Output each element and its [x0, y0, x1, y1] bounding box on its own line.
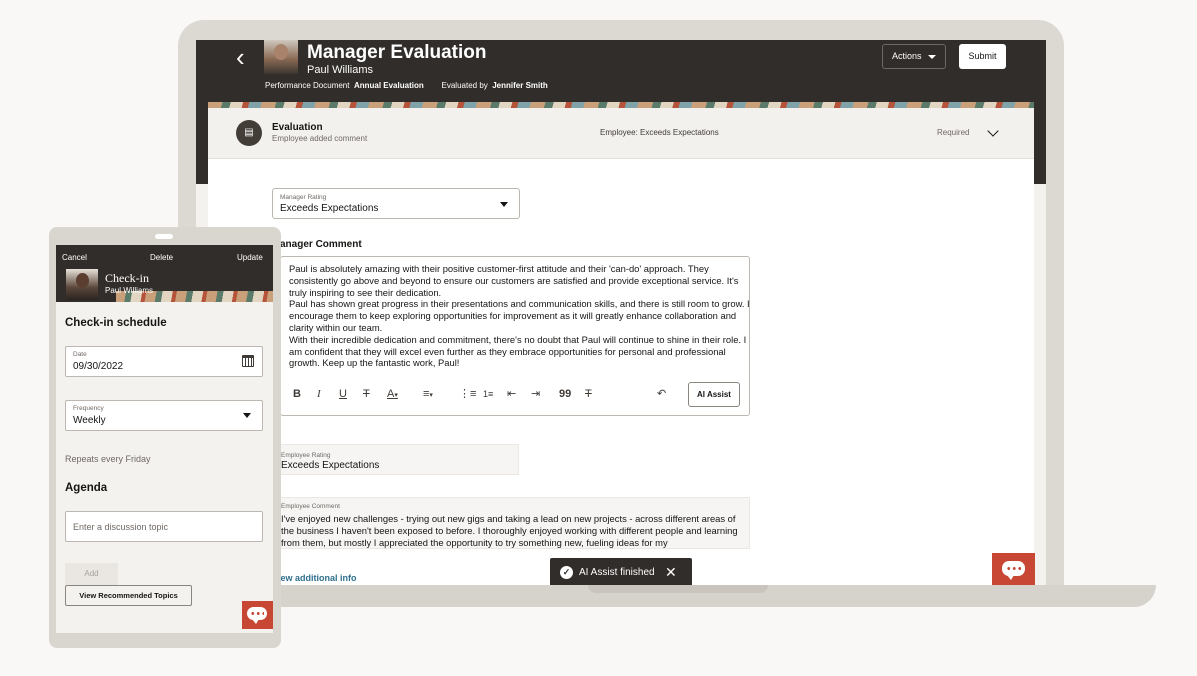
avatar [264, 40, 298, 74]
actions-button[interactable]: Actions [882, 44, 946, 69]
chat-button[interactable] [242, 601, 273, 629]
calendar-icon[interactable] [242, 355, 254, 367]
doc-label: Performance Document [265, 81, 350, 90]
employee-comment-field: Employee Comment I've enjoyed new challe… [276, 497, 750, 549]
actions-label: Actions [892, 51, 922, 61]
employee-rating-label: Employee Rating [281, 452, 331, 459]
cancel-button[interactable]: Cancel [62, 253, 87, 262]
numbered-list-icon[interactable]: 1≡ [483, 387, 493, 401]
laptop-screen: ‹ Manager Evaluation Paul Williams Perfo… [196, 40, 1046, 585]
checkin-schedule-heading: Check-in schedule [65, 317, 167, 329]
phone-speaker [155, 234, 173, 239]
text-color-icon[interactable]: A▾ [387, 387, 398, 403]
chat-button[interactable] [992, 553, 1035, 585]
ai-assist-button[interactable]: AI Assist [688, 382, 740, 407]
laptop-base-notch [588, 585, 768, 593]
evaluation-section-header[interactable]: ▤ Evaluation Employee added comment Empl… [208, 108, 1034, 159]
align-icon[interactable]: ≡▾ [423, 387, 433, 403]
document-icon: ▤ [236, 120, 262, 146]
underline-icon[interactable]: U [339, 387, 347, 401]
chat-bubble-icon [247, 607, 267, 624]
quote-icon[interactable]: 99 [559, 387, 571, 401]
phone-header: Cancel Delete Update Check-in Paul Willi… [56, 245, 273, 302]
view-recommended-topics-button[interactable]: View Recommended Topics [65, 585, 192, 606]
phone-subtitle: Paul Williams [105, 286, 154, 295]
bullet-list-icon[interactable]: ⋮≡ [459, 387, 476, 401]
manager-rating-value: Exceeds Expectations [280, 203, 379, 214]
chevron-down-icon[interactable] [987, 125, 999, 137]
toast-notification: ✓ AI Assist finished ✕ [550, 558, 692, 585]
agenda-heading: Agenda [65, 482, 108, 494]
manager-comment-editor[interactable]: Paul is absolutely amazing with their po… [280, 256, 750, 416]
discussion-topic-input[interactable]: Enter a discussion topic [65, 511, 263, 542]
frequency-select[interactable]: Frequency Weekly [65, 400, 263, 431]
date-value: 09/30/2022 [73, 361, 124, 372]
manager-comment-text[interactable]: Paul is absolutely amazing with their po… [289, 263, 751, 369]
frequency-label: Frequency [73, 405, 104, 412]
date-field[interactable]: Date 09/30/2022 [65, 346, 263, 377]
phone-screen: Cancel Delete Update Check-in Paul Willi… [56, 245, 273, 633]
employee-status: Employee: Exceeds Expectations [600, 128, 719, 137]
back-chevron-icon[interactable]: ‹ [236, 44, 258, 70]
caret-down-icon [928, 55, 936, 59]
avatar [66, 269, 98, 300]
phone-title: Check-in [105, 271, 149, 285]
view-additional-info-link[interactable]: iew additional info [278, 573, 357, 583]
undo-icon[interactable]: ↶ [657, 387, 666, 401]
topic-placeholder: Enter a discussion topic [73, 522, 169, 532]
employee-comment-text: I've enjoyed new challenges - trying out… [281, 513, 738, 548]
frequency-value: Weekly [73, 415, 106, 426]
caret-down-icon [243, 413, 251, 418]
indent-icon[interactable]: ⇥ [531, 387, 540, 401]
bold-icon[interactable]: B [293, 387, 301, 401]
section-title: Evaluation [272, 122, 323, 133]
header-meta: Performance Document Annual Evaluation E… [265, 81, 548, 90]
evaluated-value: Jennifer Smith [492, 81, 548, 90]
manager-rating-label: Manager Rating [280, 194, 327, 201]
evaluation-panel: ▤ Evaluation Employee added comment Empl… [208, 108, 1035, 585]
employee-rating-value: Exceeds Expectations [281, 460, 380, 471]
evaluated-label: Evaluated by [441, 81, 488, 90]
date-label: Date [73, 351, 87, 358]
toast-message: AI Assist finished [579, 567, 655, 578]
manager-rating-select[interactable]: Manager Rating Exceeds Expectations [272, 188, 520, 219]
check-circle-icon: ✓ [560, 566, 573, 579]
comment-paragraph: With their incredible dedication and com… [289, 333, 747, 369]
submit-button[interactable]: Submit [959, 44, 1006, 69]
strikethrough-icon[interactable]: T [363, 387, 370, 401]
page-subtitle: Paul Williams [307, 64, 374, 76]
italic-icon[interactable]: I [317, 387, 321, 401]
section-subtitle: Employee added comment [272, 134, 368, 143]
employee-rating-field: Employee Rating Exceeds Expectations [276, 444, 519, 475]
comment-paragraph: Paul is absolutely amazing with their po… [289, 263, 739, 298]
outdent-icon[interactable]: ⇤ [507, 387, 516, 401]
employee-comment-label: Employee Comment [281, 503, 340, 510]
rich-text-toolbar: B I U T A▾ ≡▾ ⋮≡ 1≡ ⇤ ⇥ 99 T ↶ [287, 385, 747, 405]
clear-format-icon[interactable]: T [585, 387, 592, 401]
comment-paragraph: Paul has shown great progress in their p… [289, 298, 750, 333]
chat-bubble-icon [1002, 561, 1025, 580]
repeats-text: Repeats every Friday [65, 454, 151, 464]
update-button[interactable]: Update [237, 253, 263, 262]
delete-button[interactable]: Delete [150, 253, 173, 262]
page-title: Manager Evaluation [307, 42, 487, 63]
add-button[interactable]: Add [65, 563, 118, 585]
manager-comment-label: anager Comment [280, 239, 362, 250]
doc-value: Annual Evaluation [353, 81, 424, 90]
caret-down-icon [500, 202, 508, 207]
close-icon[interactable]: ✕ [665, 564, 677, 581]
required-label: Required [937, 128, 970, 137]
